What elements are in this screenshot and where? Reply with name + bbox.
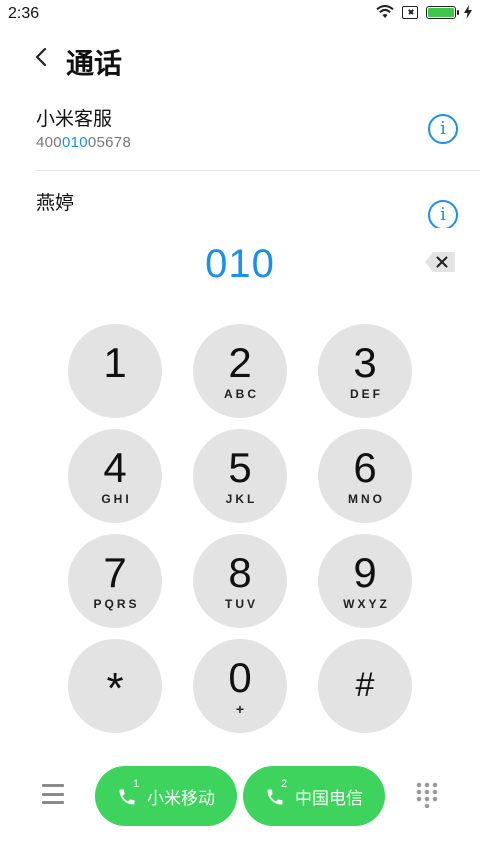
key-digit: 3 [353, 339, 377, 386]
call-sim2-label: 中国电信 [295, 788, 363, 808]
status-bar: 2:36 [0, 0, 480, 28]
key-0[interactable]: 0 + [193, 639, 287, 733]
status-time: 2:36 [8, 5, 40, 22]
key-digit: 0 [228, 654, 252, 701]
key-digit: 4 [103, 444, 127, 491]
contact-row[interactable]: 小米客服 40001005678 i [0, 96, 480, 176]
number-match-highlight: 010 [61, 134, 88, 151]
dialpad-icon[interactable] [416, 782, 438, 808]
key-digit: # [355, 666, 375, 704]
key-letters: GHI [101, 492, 132, 506]
sim-number: 2 [281, 778, 288, 790]
key-digit: 6 [353, 444, 377, 491]
call-sim1-button[interactable]: 1 小米移动 [95, 766, 237, 826]
key-digit: 1 [103, 339, 127, 386]
bottom-bar: 1 小米移动 2 中国电信 [0, 766, 480, 826]
key-digit: * [106, 664, 124, 713]
info-icon: i [440, 118, 446, 139]
key-4[interactable]: 4 GHI [68, 429, 162, 523]
key-5[interactable]: 5 JKL [193, 429, 287, 523]
key-letters: TUV [225, 597, 258, 611]
back-button[interactable] [26, 40, 56, 74]
contact-number: 40001005678 [36, 134, 131, 151]
phone-icon: 1 [117, 778, 143, 808]
key-letters: + [235, 701, 248, 717]
key-8[interactable]: 8 TUV [193, 534, 287, 628]
key-2[interactable]: 2 ABC [193, 324, 287, 418]
contact-row[interactable]: 燕婷 i [0, 180, 480, 228]
contact-name: 小米客服 [36, 109, 113, 130]
key-star[interactable]: * [68, 639, 162, 733]
key-letters: PQRS [93, 597, 140, 611]
key-hash[interactable]: # [318, 639, 412, 733]
menu-icon[interactable] [42, 784, 64, 804]
menu-line [42, 792, 64, 796]
key-6[interactable]: 6 MNO [318, 429, 412, 523]
key-digit: 8 [228, 549, 252, 596]
status-icons [376, 5, 472, 19]
no-sim-icon [402, 5, 418, 19]
sim-number: 1 [133, 778, 140, 790]
key-digit: 9 [353, 549, 377, 596]
keypad: 1 2 ABC 3 DEF 4 GHI 5 JKL 6 MNO 7 PQRS 8… [68, 324, 412, 733]
call-sim1-label: 小米移动 [147, 788, 215, 808]
page-title: 通话 [66, 48, 123, 79]
charging-bolt-icon [464, 5, 472, 19]
key-letters: WXYZ [343, 597, 390, 611]
contact-info-button[interactable]: i [428, 114, 458, 144]
battery-icon [426, 5, 459, 19]
call-sim2-button[interactable]: 2 中国电信 [243, 766, 385, 826]
dial-display: 010 [0, 240, 480, 290]
key-letters: MNO [348, 492, 385, 506]
battery-level [428, 7, 454, 17]
chevron-left-icon [35, 47, 47, 67]
key-7[interactable]: 7 PQRS [68, 534, 162, 628]
contact-info-button[interactable]: i [428, 200, 458, 228]
menu-line [42, 784, 64, 787]
key-digit: 2 [228, 339, 252, 386]
key-letters: ABC [224, 387, 259, 401]
key-digit: 7 [103, 549, 127, 596]
key-letters: JKL [225, 492, 258, 506]
dialed-number: 010 [205, 242, 275, 286]
contact-name: 燕婷 [36, 193, 75, 214]
menu-line [42, 801, 64, 804]
number-prefix: 400 [36, 134, 62, 151]
key-digit: 5 [228, 444, 252, 491]
info-icon: i [440, 204, 446, 225]
key-letters: DEF [350, 387, 383, 401]
key-1[interactable]: 1 [68, 324, 162, 418]
phone-icon: 2 [265, 778, 291, 808]
wifi-icon [376, 5, 394, 18]
divider [36, 170, 480, 171]
backspace-icon[interactable] [424, 251, 456, 273]
number-suffix: 05678 [87, 134, 132, 151]
key-9[interactable]: 9 WXYZ [318, 534, 412, 628]
header: 通话 [0, 30, 480, 86]
key-3[interactable]: 3 DEF [318, 324, 412, 418]
